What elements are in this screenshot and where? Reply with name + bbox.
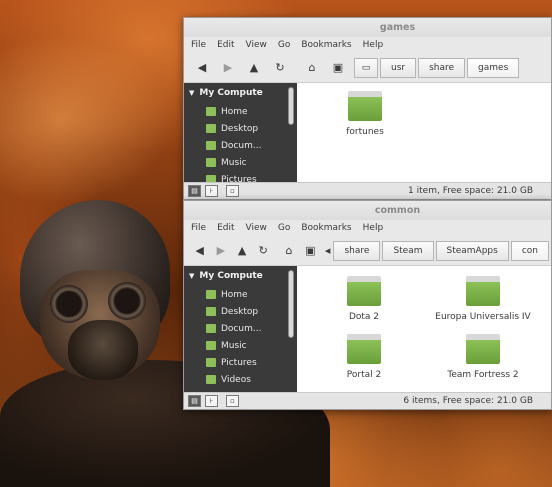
menu-edit[interactable]: Edit xyxy=(217,223,234,233)
documents-folder-icon xyxy=(206,141,216,150)
sidebar-item-music[interactable]: Music xyxy=(184,337,297,354)
breadcrumb-games[interactable]: games xyxy=(467,57,520,78)
wallpaper-goggle-right xyxy=(108,282,146,320)
sidebar-item-desktop[interactable]: Desktop xyxy=(184,120,297,137)
collapse-triangle-icon[interactable]: ▼ xyxy=(189,272,194,280)
folder-icon xyxy=(348,91,382,121)
window-title[interactable]: games xyxy=(184,18,551,37)
places-pane-icon[interactable]: ▤ xyxy=(188,395,201,407)
menu-view[interactable]: View xyxy=(246,40,267,50)
reload-icon[interactable]: ↻ xyxy=(256,241,271,261)
music-folder-icon xyxy=(206,341,216,350)
computer-icon[interactable]: ▣ xyxy=(303,241,318,261)
menu-bookmarks[interactable]: Bookmarks xyxy=(301,40,351,50)
drive-icon[interactable]: ▭ xyxy=(354,57,378,78)
sidebar-item-music[interactable]: Music xyxy=(184,154,297,171)
menu-help[interactable]: Help xyxy=(363,223,384,233)
status-text: 1 item, Free space: 21.0 GB xyxy=(408,186,533,196)
status-bar: ▤ ⊦ ▫ 1 item, Free space: 21.0 GB xyxy=(184,182,551,199)
breadcrumb-share[interactable]: share xyxy=(333,240,381,261)
close-pane-icon[interactable]: ▫ xyxy=(226,395,239,407)
breadcrumb-usr[interactable]: usr xyxy=(380,57,417,78)
desktop-folder-icon xyxy=(206,307,216,316)
sidebar-heading[interactable]: ▼ My Compute xyxy=(184,266,297,286)
breadcrumb-steam[interactable]: Steam xyxy=(382,240,434,261)
breadcrumb-share[interactable]: share xyxy=(418,57,466,78)
toolbar: ◀ ▶ ▲ ↻ ⌂ ▣ ▭ usr share games xyxy=(184,53,551,83)
home-folder-icon xyxy=(206,290,216,299)
collapse-triangle-icon[interactable]: ▼ xyxy=(189,89,194,97)
folder-fortunes[interactable]: fortunes xyxy=(335,91,395,137)
folder-europa-universalis-iv[interactable]: Europa Universalis IV xyxy=(423,276,543,322)
sidebar: ▼ My Compute Home Desktop Docum... Music … xyxy=(184,266,297,392)
sidebar-item-documents[interactable]: Docum... xyxy=(184,320,297,337)
file-manager-window-common[interactable]: common File Edit View Go Bookmarks Help … xyxy=(183,200,552,410)
scroll-left-icon[interactable]: ◂ xyxy=(324,241,332,261)
places-pane-icon[interactable]: ▤ xyxy=(188,185,201,197)
folder-icon xyxy=(347,334,381,364)
back-arrow-icon[interactable]: ◀ xyxy=(192,241,207,261)
reload-icon[interactable]: ↻ xyxy=(270,58,290,78)
folder-icon xyxy=(466,276,500,306)
folder-dota-2[interactable]: Dota 2 xyxy=(329,276,399,322)
sidebar-scrollbar[interactable] xyxy=(288,87,294,125)
menu-bar: File Edit View Go Bookmarks Help xyxy=(184,220,551,236)
sidebar-item-home[interactable]: Home xyxy=(184,103,297,120)
status-text: 6 items, Free space: 21.0 GB xyxy=(403,396,533,406)
forward-arrow-icon[interactable]: ▶ xyxy=(213,241,228,261)
menu-go[interactable]: Go xyxy=(278,223,290,233)
up-arrow-icon[interactable]: ▲ xyxy=(234,241,249,261)
menu-edit[interactable]: Edit xyxy=(217,40,234,50)
window-title[interactable]: common xyxy=(184,201,551,220)
sidebar-item-videos[interactable]: Videos xyxy=(184,371,297,388)
home-icon[interactable]: ⌂ xyxy=(281,241,296,261)
menu-file[interactable]: File xyxy=(191,223,206,233)
up-arrow-icon[interactable]: ▲ xyxy=(244,58,264,78)
breadcrumb: share Steam SteamApps con xyxy=(333,240,551,261)
music-folder-icon xyxy=(206,158,216,167)
file-manager-window-games[interactable]: games File Edit View Go Bookmarks Help ◀… xyxy=(183,17,552,200)
folder-team-fortress-2[interactable]: Team Fortress 2 xyxy=(423,334,543,380)
wallpaper-gas-mask xyxy=(68,320,138,380)
menu-bookmarks[interactable]: Bookmarks xyxy=(301,223,351,233)
folder-icon xyxy=(466,334,500,364)
sidebar-heading[interactable]: ▼ My Compute xyxy=(184,83,297,103)
breadcrumb-steamapps[interactable]: SteamApps xyxy=(435,240,509,261)
menu-view[interactable]: View xyxy=(246,223,267,233)
sidebar-item-home[interactable]: Home xyxy=(184,286,297,303)
menu-help[interactable]: Help xyxy=(363,40,384,50)
folder-portal-2[interactable]: Portal 2 xyxy=(329,334,399,380)
folder-icon xyxy=(347,276,381,306)
forward-arrow-icon[interactable]: ▶ xyxy=(218,58,238,78)
toolbar: ◀ ▶ ▲ ↻ ⌂ ▣ ◂ share Steam SteamApps con xyxy=(184,236,551,266)
documents-folder-icon xyxy=(206,324,216,333)
back-arrow-icon[interactable]: ◀ xyxy=(192,58,212,78)
menu-go[interactable]: Go xyxy=(278,40,290,50)
file-view[interactable]: fortunes xyxy=(297,83,551,183)
pictures-folder-icon xyxy=(206,358,216,367)
computer-icon[interactable]: ▣ xyxy=(328,58,348,78)
breadcrumb: ▭ usr share games xyxy=(354,57,521,78)
menu-file[interactable]: File xyxy=(191,40,206,50)
breadcrumb-common[interactable]: con xyxy=(510,240,550,261)
close-pane-icon[interactable]: ▫ xyxy=(226,185,239,197)
sidebar-item-documents[interactable]: Docum... xyxy=(184,137,297,154)
file-view[interactable]: Dota 2 Europa Universalis IV Portal 2 Te… xyxy=(297,266,551,392)
home-folder-icon xyxy=(206,107,216,116)
status-bar: ▤ ⊦ ▫ 6 items, Free space: 21.0 GB xyxy=(184,392,551,409)
home-icon[interactable]: ⌂ xyxy=(302,58,322,78)
menu-bar: File Edit View Go Bookmarks Help xyxy=(184,37,551,53)
sidebar-scrollbar[interactable] xyxy=(288,270,294,338)
wallpaper-goggle-left xyxy=(50,285,88,323)
tree-pane-icon[interactable]: ⊦ xyxy=(205,185,218,197)
sidebar: ▼ My Compute Home Desktop Docum... Music … xyxy=(184,83,297,183)
sidebar-item-desktop[interactable]: Desktop xyxy=(184,303,297,320)
desktop-folder-icon xyxy=(206,124,216,133)
sidebar-item-pictures[interactable]: Pictures xyxy=(184,354,297,371)
videos-folder-icon xyxy=(206,375,216,384)
tree-pane-icon[interactable]: ⊦ xyxy=(205,395,218,407)
